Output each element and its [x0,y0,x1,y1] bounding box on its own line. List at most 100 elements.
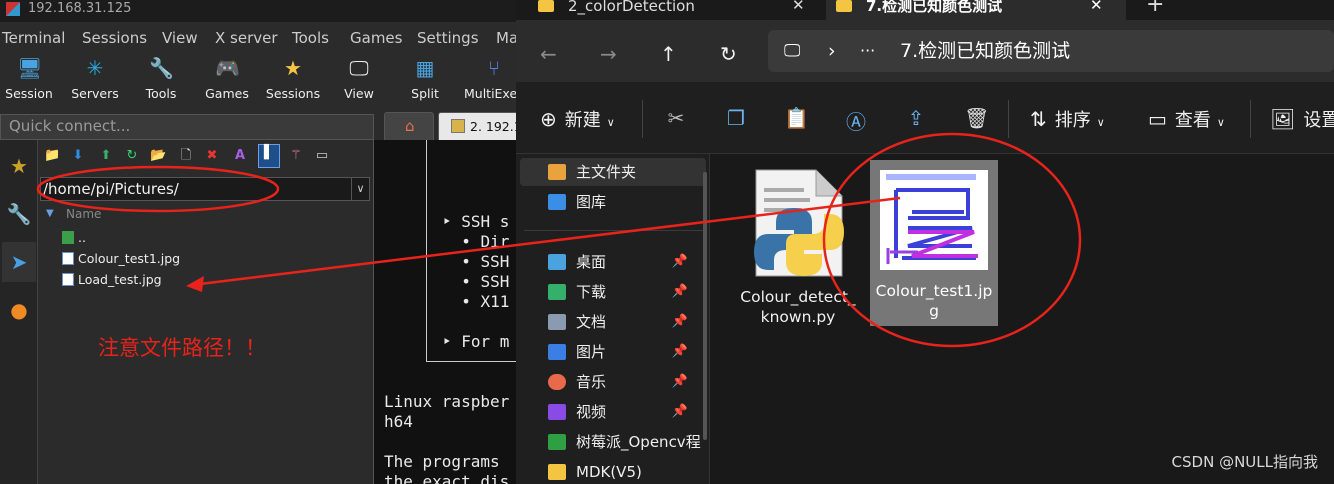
view-button[interactable]: 🖵 View [327,52,391,101]
menu-terminal[interactable]: Terminal [2,29,65,47]
file-item-image-selected[interactable]: Colour_test1.jp g [870,160,998,326]
menu-settings[interactable]: Settings [417,29,479,47]
settings-button[interactable]: 🖼 设置 [1270,106,1334,132]
folder-up-icon[interactable]: 📁 [44,148,60,164]
terminal-line: h64 [384,412,413,431]
pin-icon[interactable]: 📌 [672,308,688,336]
session-tabs: ⌂ 2. 192.1 [380,112,516,140]
refresh-icon[interactable]: ↻ [720,42,737,66]
copy-icon[interactable]: ❐ [724,106,748,130]
download-icon[interactable]: ⬇ [70,148,86,164]
delete-icon[interactable]: ✖ [204,148,220,164]
follow-terminal-icon[interactable]: ▌ [258,144,280,168]
sessions-button[interactable]: ★ Sessions [261,52,325,101]
paste-icon[interactable]: 📋 [784,106,809,130]
terminal-open-icon[interactable]: ▭ [314,148,330,164]
cut-icon[interactable]: ✂ [664,106,688,130]
settings-wand-icon[interactable]: ⚚ [288,148,304,164]
sort-button[interactable]: ⇅ 排序 ∨ [1030,106,1105,132]
chevron-down-icon[interactable]: ∨ [351,178,369,200]
terminal-line: Linux raspber [384,392,510,411]
file-row[interactable]: Colour_test1.jpg [62,249,180,269]
address-bar[interactable]: 🖵 › ··· 7.检测已知颜色测试 [768,30,1334,72]
music-icon [548,374,566,390]
delete-icon[interactable]: 🗑 [964,106,989,130]
pin-icon[interactable]: 📌 [672,278,688,306]
servers-button[interactable]: ✳ Servers [63,52,127,101]
tab-ssh-session[interactable]: 2. 192.1 [438,112,516,140]
rename-icon[interactable]: Ⓐ [844,106,868,134]
new-button[interactable]: ⊕ 新建 ∨ [540,106,615,132]
sessions-star-icon[interactable]: ★ [2,146,36,186]
download-icon [548,284,566,300]
scrollbar[interactable] [703,172,707,440]
new-file-icon[interactable]: 🗋 [178,148,194,164]
home-icon: ⌂ [405,117,415,135]
home-tab[interactable]: ⌂ [384,112,434,140]
title-bar: 192.168.31.125 [0,0,516,22]
sftp-send-icon[interactable]: ➤ [2,242,36,282]
nav-item-desktop[interactable]: 桌面 📌 [520,248,706,276]
file-row-parent[interactable]: .. [62,228,86,248]
tab-current-folder[interactable]: 7.检测已知颜色测试 ✕ [826,0,1126,20]
file-name: .. [78,230,86,245]
pin-icon[interactable]: 📌 [672,368,688,396]
games-button[interactable]: 🎮 Games [195,52,259,101]
tab-colordetection[interactable]: 2_colorDetection ✕ [516,0,820,20]
tools-side-icon[interactable]: 🔧 [2,194,36,234]
refresh-icon[interactable]: ↻ [124,148,140,164]
nav-item-raspberry-opencv[interactable]: 树莓派_Opencv程 [520,428,706,456]
nav-item-music[interactable]: 音乐 📌 [520,368,706,396]
sort-icon: ⇅ [1030,107,1047,131]
menu-bar: Terminal Sessions View X server Tools Ga… [0,26,516,50]
up-arrow-icon[interactable]: ↑ [660,42,677,66]
quick-connect-input[interactable]: Quick connect... [0,114,374,140]
explorer-tab-strip: 2_colorDetection ✕ 7.检测已知颜色测试 ✕ + [516,0,1334,20]
sort-label: 排序 [1054,110,1091,131]
address-ellipsis[interactable]: ··· [860,30,875,72]
window-title: 192.168.31.125 [28,1,132,16]
nav-item-gallery[interactable]: 图库 [520,188,706,216]
nav-item-pictures[interactable]: 图片 📌 [520,338,706,366]
menu-x-server[interactable]: X server [215,29,278,47]
nav-item-home[interactable]: 主文件夹 [520,158,706,186]
new-tab-button[interactable]: + [1146,0,1176,20]
terminal-area[interactable]: ‣ SSH s • Dir • SSH • SSH • X11 ‣ For m … [374,140,516,484]
pin-icon[interactable]: 📌 [672,248,688,276]
menu-view[interactable]: View [162,29,198,47]
macros-icon[interactable]: ● [2,290,36,330]
terminal-line: ‣ SSH s [442,212,510,231]
nav-item-documents[interactable]: 文档 📌 [520,308,706,336]
menu-games[interactable]: Games [350,29,402,47]
pin-icon[interactable]: 📌 [672,398,688,426]
tools-button[interactable]: 🔧 Tools [129,52,193,101]
nav-item-mdk[interactable]: MDK(V5) [520,458,706,484]
nav-item-videos[interactable]: 视频 📌 [520,398,706,426]
menu-macros[interactable]: Ma [496,29,516,47]
terminal-line: • SSH [442,272,510,291]
file-row[interactable]: Load_test.jpg [62,270,162,290]
file-list-header[interactable]: ▼ Name [40,204,370,224]
mobaxterm-window: 192.168.31.125 Terminal Sessions View X … [0,0,516,484]
path-input[interactable]: /home/pi/Pictures/ ∨ [40,177,370,201]
rename-icon[interactable]: A [232,148,248,164]
share-icon[interactable]: ⇪ [904,106,928,130]
forward-arrow-icon[interactable]: → [600,42,617,66]
pin-icon[interactable]: 📌 [672,338,688,366]
view-button[interactable]: ▭ 查看 ∨ [1148,106,1225,132]
close-icon[interactable]: ✕ [1090,0,1103,13]
menu-tools[interactable]: Tools [292,29,329,47]
folder-icon [538,0,554,12]
split-button[interactable]: ▦ Split [393,52,457,101]
multiexec-button[interactable]: ⑂ MultiExec [459,52,516,101]
session-button[interactable]: 🖥 Session [0,52,61,101]
address-current[interactable]: 7.检测已知颜色测试 [900,30,1070,72]
close-icon[interactable]: ✕ [792,0,805,13]
nav-item-downloads[interactable]: 下载 📌 [520,278,706,306]
menu-sessions[interactable]: Sessions [82,29,147,47]
new-folder-icon[interactable]: 📂 [150,148,166,164]
file-item-python[interactable]: Colour_detect_ known.py [734,160,862,330]
back-arrow-icon[interactable]: ← [540,42,557,66]
upload-icon[interactable]: ⬆ [98,148,114,164]
split-icon: ▦ [415,56,435,80]
